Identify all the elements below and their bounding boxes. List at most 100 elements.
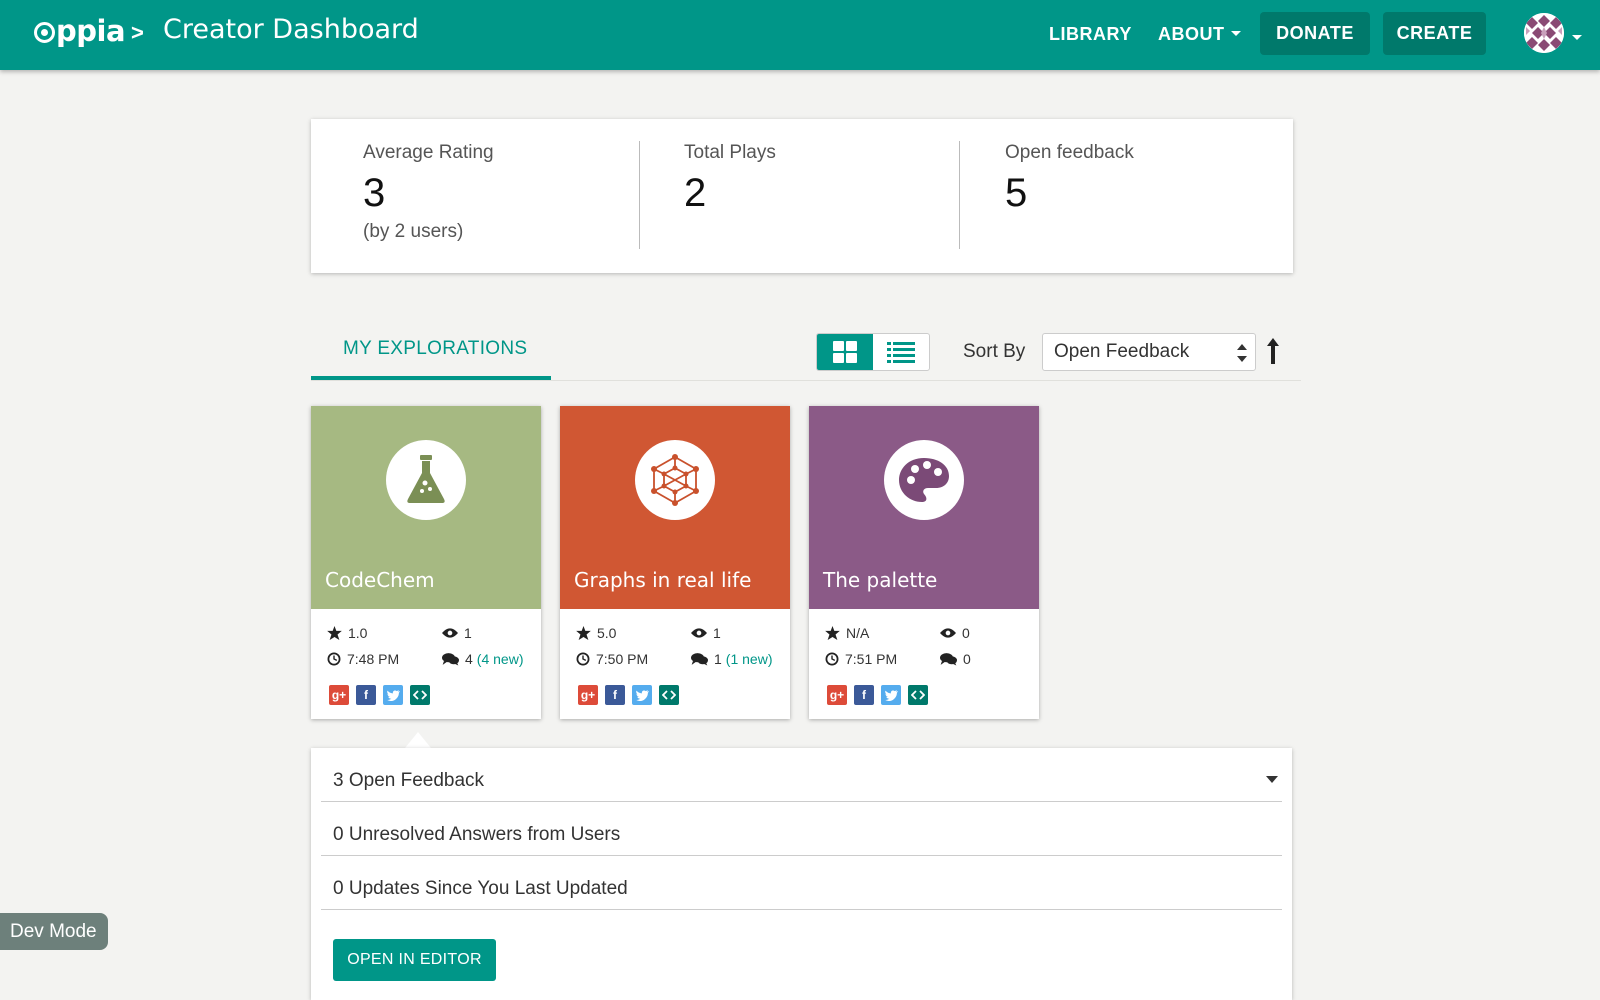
time-value: 7:51 PM — [845, 651, 898, 667]
exploration-details-panel: 3 Open Feedback 0 Unresolved Answers fro… — [311, 748, 1292, 1000]
embed-icon[interactable] — [908, 685, 928, 705]
create-button[interactable]: CREATE — [1383, 12, 1486, 55]
share-links: g+ f — [827, 685, 935, 705]
card-updated-time: 7:48 PM — [327, 651, 399, 667]
twitter-icon[interactable] — [632, 685, 652, 705]
updates-text: 0 Updates Since You Last Updated — [333, 878, 628, 899]
view-toggle — [816, 333, 930, 371]
sort-by-select[interactable]: Open Feedback — [1042, 333, 1256, 371]
page-title: Creator Dashboard — [163, 14, 419, 45]
exploration-card[interactable]: Graphs in real life 5.0 1 7:50 PM 1 (1 n… — [560, 406, 790, 719]
stat-label: Open feedback — [1005, 142, 1134, 163]
card-title[interactable]: The palette — [823, 568, 937, 592]
avatar[interactable] — [1524, 13, 1564, 53]
chevron-down-icon[interactable] — [1572, 35, 1582, 40]
card-views: 1 — [442, 625, 472, 641]
star-icon — [576, 626, 591, 640]
views-value: 1 — [464, 625, 472, 641]
feedback-count: 1 — [714, 651, 722, 667]
sort-ascending-icon[interactable] — [1266, 338, 1280, 364]
card-feedback: 4 (4 new) — [442, 651, 523, 667]
card-thumbnail[interactable]: Graphs in real life — [560, 406, 790, 609]
stat-value: 5 — [1005, 171, 1028, 215]
stat-divider — [639, 141, 640, 249]
google-plus-icon[interactable]: g+ — [827, 685, 847, 705]
feedback-count: 4 — [465, 651, 473, 667]
stats-summary-card: Average Rating 3 (by 2 users) Total Play… — [311, 119, 1293, 273]
unresolved-answers-text: 0 Unresolved Answers from Users — [333, 824, 621, 845]
card-views: 1 — [691, 625, 721, 641]
stat-label: Average Rating — [363, 142, 494, 163]
nav-about-label: ABOUT — [1158, 24, 1225, 44]
clock-icon — [576, 652, 590, 666]
comments-icon — [691, 653, 708, 666]
card-rating: 1.0 — [327, 625, 367, 641]
avatar-pattern-icon — [1524, 13, 1564, 53]
eye-icon — [940, 628, 956, 638]
time-value: 7:50 PM — [596, 651, 649, 667]
list-view-button[interactable] — [873, 334, 929, 370]
card-feedback: 0 — [940, 651, 975, 667]
embed-icon[interactable] — [410, 685, 430, 705]
card-updated-time: 7:51 PM — [825, 651, 897, 667]
card-thumbnail[interactable]: The palette — [809, 406, 1039, 609]
nav-about-dropdown[interactable]: ABOUT — [1158, 24, 1241, 45]
unresolved-answers-row[interactable]: 0 Unresolved Answers from Users — [321, 802, 1282, 856]
grid-view-button[interactable] — [817, 334, 873, 370]
donate-button[interactable]: DONATE — [1260, 12, 1370, 55]
sort-by-label: Sort By — [963, 341, 1026, 362]
share-links: g+ f — [578, 685, 686, 705]
breadcrumb-separator: > — [131, 20, 144, 45]
facebook-icon[interactable]: f — [356, 685, 376, 705]
grid-view-icon — [833, 341, 857, 363]
twitter-icon[interactable] — [383, 685, 403, 705]
oppia-logo[interactable]: ppia — [34, 14, 126, 48]
open-feedback-row[interactable]: 3 Open Feedback — [321, 748, 1282, 802]
comments-icon — [442, 653, 459, 666]
share-links: g+ f — [329, 685, 437, 705]
card-title[interactable]: Graphs in real life — [574, 568, 751, 592]
comments-icon — [940, 653, 957, 666]
nav-library-link[interactable]: LIBRARY — [1049, 24, 1132, 45]
clock-icon — [825, 652, 839, 666]
open-in-editor-button[interactable]: OPEN IN EDITOR — [333, 939, 496, 981]
clock-icon — [327, 652, 341, 666]
twitter-icon[interactable] — [881, 685, 901, 705]
chevron-down-icon — [1230, 30, 1241, 36]
card-icon-circle — [386, 440, 466, 520]
palette-icon — [899, 458, 949, 502]
card-views: 0 — [940, 625, 970, 641]
updates-row[interactable]: 0 Updates Since You Last Updated — [321, 856, 1282, 910]
logo-text: ppia — [56, 14, 126, 48]
tab-divider — [311, 380, 1301, 381]
rating-value: 1.0 — [348, 625, 368, 641]
google-plus-icon[interactable]: g+ — [578, 685, 598, 705]
stat-divider — [959, 141, 960, 249]
stat-subtext: (by 2 users) — [363, 221, 464, 242]
new-feedback-count: (4 new) — [476, 651, 524, 667]
star-icon — [825, 626, 840, 640]
embed-icon[interactable] — [659, 685, 679, 705]
stat-value: 3 — [363, 171, 386, 215]
eye-icon — [691, 628, 707, 638]
card-title[interactable]: CodeChem — [325, 568, 435, 592]
star-icon — [327, 626, 342, 640]
exploration-card[interactable]: CodeChem 1.0 1 7:48 PM 4 (4 new) g+ f — [311, 406, 541, 719]
facebook-icon[interactable]: f — [605, 685, 625, 705]
stat-value: 2 — [684, 171, 707, 215]
open-feedback-text: 3 Open Feedback — [333, 770, 485, 791]
card-thumbnail[interactable]: CodeChem — [311, 406, 541, 609]
google-plus-icon[interactable]: g+ — [329, 685, 349, 705]
views-value: 1 — [713, 625, 721, 641]
exploration-card[interactable]: The palette N/A 0 7:51 PM 0 g+ f — [809, 406, 1039, 719]
top-navigation-bar: ppia > Creator Dashboard LIBRARY ABOUT D… — [0, 0, 1600, 70]
card-rating: 5.0 — [576, 625, 616, 641]
card-updated-time: 7:50 PM — [576, 651, 648, 667]
time-value: 7:48 PM — [347, 651, 400, 667]
graph-network-icon — [651, 454, 699, 506]
rating-value: N/A — [846, 625, 870, 641]
views-value: 0 — [962, 625, 970, 641]
tab-my-explorations[interactable]: MY EXPLORATIONS — [343, 338, 527, 360]
chevron-down-icon[interactable] — [1266, 776, 1278, 783]
facebook-icon[interactable]: f — [854, 685, 874, 705]
